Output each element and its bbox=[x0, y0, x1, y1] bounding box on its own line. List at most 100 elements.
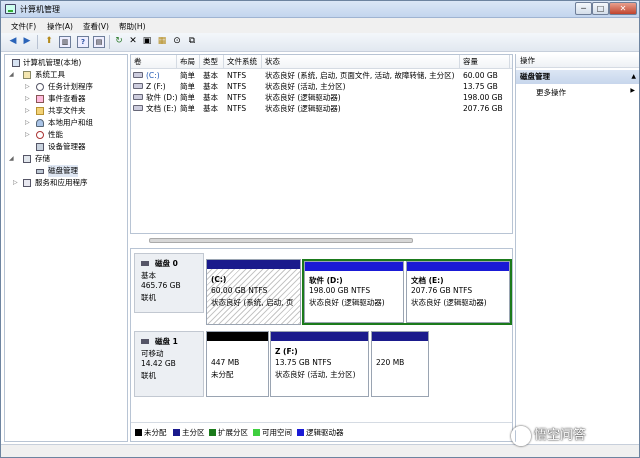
column-header-capacity[interactable]: 容量 bbox=[460, 55, 510, 69]
expand-triangle-icon[interactable]: ▷ bbox=[25, 105, 31, 117]
volume-capacity: 207.76 GB bbox=[463, 104, 503, 113]
volume-name: 文档 (E:) bbox=[146, 104, 177, 113]
tree-label: 任务计划程序 bbox=[48, 82, 93, 91]
disk1-size: 14.42 GB bbox=[141, 359, 176, 368]
volume-list-header: 卷 布局 类型 文件系统 状态 容量 bbox=[131, 55, 512, 69]
refresh-icon[interactable]: ↻ bbox=[113, 36, 125, 48]
partition-status: 状态良好 (逻辑驱动器) bbox=[411, 298, 487, 307]
disk-icon bbox=[141, 339, 149, 344]
help-icon[interactable]: ? bbox=[77, 36, 89, 48]
partition-unallocated[interactable]: 447 MB 未分配 bbox=[206, 331, 269, 397]
volume-row[interactable]: (C:) 简单 基本 NTFS 状态良好 (系统, 启动, 页面文件, 活动, … bbox=[131, 70, 512, 81]
volume-type: 基本 bbox=[203, 82, 218, 91]
back-arrow-icon[interactable]: ◀ bbox=[7, 36, 19, 48]
partition-size: 13.75 GB NTFS bbox=[275, 358, 332, 367]
menu-action[interactable]: 操作(A) bbox=[47, 21, 73, 32]
volume-icon bbox=[133, 105, 143, 111]
column-header-volume[interactable]: 卷 bbox=[131, 55, 177, 69]
show-hide-tree-icon[interactable]: ▥ bbox=[59, 36, 71, 48]
menu-view[interactable]: 查看(V) bbox=[83, 21, 109, 32]
tree-label: 系统工具 bbox=[35, 70, 65, 79]
device-manager-icon bbox=[36, 143, 44, 151]
column-header-status[interactable]: 状态 bbox=[262, 55, 460, 69]
partition-status: 状态良好 (逻辑驱动器) bbox=[309, 298, 385, 307]
volume-name: (C:) bbox=[146, 71, 160, 80]
menu-file[interactable]: 文件(F) bbox=[11, 21, 36, 32]
volume-row[interactable]: 文档 (E:) 简单 基本 NTFS 状态良好 (逻辑驱动器) 207.76 G… bbox=[131, 103, 512, 114]
watermark-logo-icon bbox=[511, 426, 531, 446]
legend-swatch bbox=[173, 429, 180, 436]
partition-220mb[interactable]: 220 MB bbox=[371, 331, 429, 397]
expand-triangle-icon[interactable]: ▷ bbox=[25, 93, 31, 105]
volume-layout: 简单 bbox=[180, 104, 195, 113]
close-button[interactable]: ✕ bbox=[609, 2, 637, 15]
tree-label: 存储 bbox=[35, 154, 50, 163]
actions-pane: 操作 磁盘管理 ▲ 更多操作 ▶ bbox=[515, 54, 639, 442]
more-actions-link[interactable]: 更多操作 bbox=[536, 87, 566, 98]
shared-folder-icon bbox=[36, 107, 44, 115]
maximize-button[interactable]: □ bbox=[592, 2, 609, 15]
expand-triangle-icon[interactable]: ▷ bbox=[13, 177, 19, 189]
volume-layout: 简单 bbox=[180, 71, 195, 80]
volume-filesystem: NTFS bbox=[227, 82, 247, 91]
expand-triangle-icon[interactable]: ▷ bbox=[25, 129, 31, 141]
expand-triangle-icon[interactable]: ▷ bbox=[25, 81, 31, 93]
volume-row[interactable]: 软件 (D:) 简单 基本 NTFS 状态良好 (逻辑驱动器) 198.00 G… bbox=[131, 92, 512, 103]
partition-d[interactable]: 软件 (D:) 198.00 GB NTFS 状态良好 (逻辑驱动器) bbox=[304, 261, 404, 323]
minimize-button[interactable]: ─ bbox=[575, 2, 592, 15]
column-header-filesystem[interactable]: 文件系统 bbox=[224, 55, 262, 69]
toolbar-separator bbox=[37, 35, 38, 49]
up-folder-icon[interactable]: ⬆ bbox=[43, 36, 55, 48]
partition-name: 软件 (D:) bbox=[309, 276, 343, 285]
window-title: 计算机管理 bbox=[20, 5, 60, 14]
storage-icon bbox=[23, 155, 31, 163]
partition-type-bar bbox=[207, 260, 300, 269]
partition-c[interactable]: (C:) 60.00 GB NTFS 状态良好 (系统, 启动, 页 bbox=[206, 259, 301, 325]
partition-name: Z (F:) bbox=[275, 347, 298, 356]
partition-e[interactable]: 文档 (E:) 207.76 GB NTFS 状态良好 (逻辑驱动器) bbox=[406, 261, 510, 323]
column-header-layout[interactable]: 布局 bbox=[177, 55, 200, 69]
volume-type: 基本 bbox=[203, 93, 218, 102]
disk0-type: 基本 bbox=[141, 271, 156, 280]
volume-status: 状态良好 (活动, 主分区) bbox=[265, 82, 346, 91]
volume-capacity: 198.00 GB bbox=[463, 93, 503, 102]
partition-size: 220 MB bbox=[376, 358, 405, 367]
tree-label: 事件查看器 bbox=[48, 94, 86, 103]
more-actions-arrow-icon[interactable]: ▶ bbox=[630, 87, 635, 94]
legend-label: 逻辑驱动器 bbox=[306, 428, 344, 437]
performance-icon bbox=[36, 131, 44, 139]
collapse-arrow-icon[interactable]: ▲ bbox=[631, 70, 636, 84]
partition-type-bar bbox=[207, 332, 268, 341]
forward-arrow-icon[interactable]: ▶ bbox=[21, 36, 33, 48]
search-icon[interactable]: ⊙ bbox=[171, 36, 183, 48]
collapse-triangle-icon[interactable]: ◢ bbox=[9, 69, 15, 81]
volume-name: 软件 (D:) bbox=[146, 93, 177, 102]
computer-icon bbox=[12, 59, 20, 67]
new-folder-icon[interactable]: ▦ bbox=[156, 36, 168, 48]
open-icon[interactable]: ▣ bbox=[141, 36, 153, 48]
menu-help[interactable]: 帮助(H) bbox=[119, 21, 146, 32]
expand-triangle-icon[interactable]: ▷ bbox=[25, 117, 31, 129]
volume-icon bbox=[133, 72, 143, 78]
partition-z[interactable]: Z (F:) 13.75 GB NTFS 状态良好 (活动, 主分区) bbox=[270, 331, 369, 397]
disk0-info[interactable]: 磁盘 0 基本 465.76 GB 联机 bbox=[134, 253, 204, 313]
collapse-triangle-icon[interactable]: ◢ bbox=[9, 153, 15, 165]
horizontal-scrollbar[interactable] bbox=[131, 236, 512, 245]
actions-section-disk-management[interactable]: 磁盘管理 ▲ bbox=[516, 70, 639, 84]
column-header-type[interactable]: 类型 bbox=[200, 55, 224, 69]
tree-label: 磁盘管理 bbox=[48, 165, 78, 177]
disk1-info[interactable]: 磁盘 1 可移动 14.42 GB 联机 bbox=[134, 331, 204, 397]
computer-management-icon bbox=[5, 4, 16, 14]
volume-icon bbox=[133, 94, 143, 100]
properties-icon[interactable]: ▤ bbox=[93, 36, 105, 48]
volume-row[interactable]: Z (F:) 简单 基本 NTFS 状态良好 (活动, 主分区) 13.75 G… bbox=[131, 81, 512, 92]
volume-status: 状态良好 (系统, 启动, 页面文件, 活动, 故障转储, 主分区) bbox=[265, 71, 455, 80]
title-bar: 计算机管理 ─ □ ✕ bbox=[1, 1, 639, 18]
toolbar-separator bbox=[109, 35, 110, 49]
partition-status: 未分配 bbox=[211, 370, 234, 379]
scrollbar-thumb[interactable] bbox=[149, 238, 413, 243]
delete-icon[interactable]: ✕ bbox=[127, 36, 139, 48]
export-icon[interactable]: ⧉ bbox=[186, 36, 198, 48]
partition-size: 60.00 GB NTFS bbox=[211, 286, 268, 295]
disk0-state: 联机 bbox=[141, 293, 156, 302]
